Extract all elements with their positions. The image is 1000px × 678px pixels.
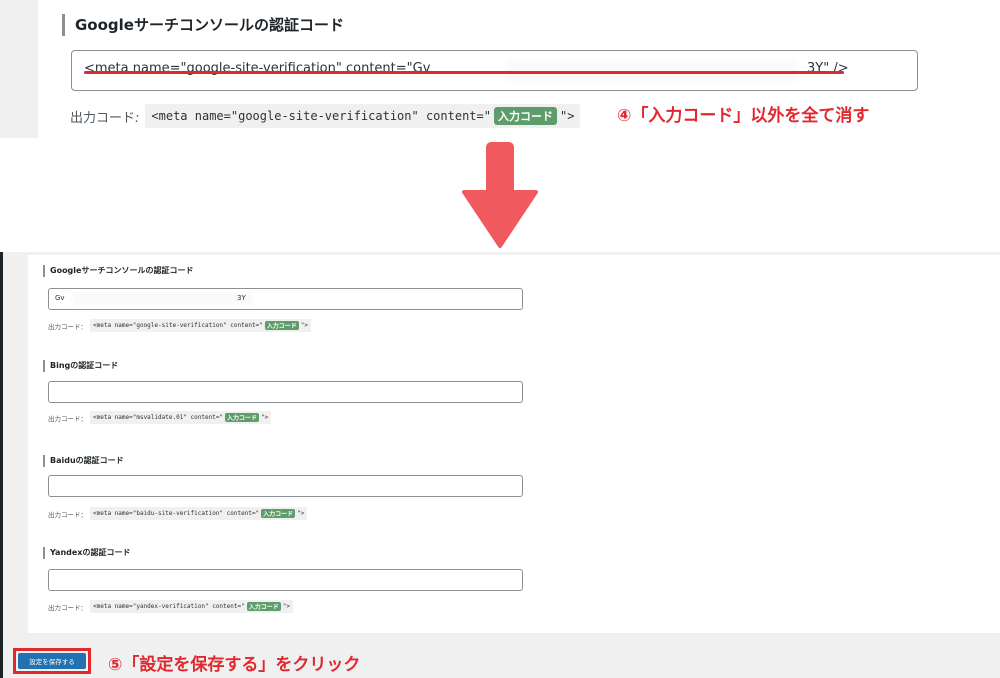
admin-sidebar-edge xyxy=(0,252,3,678)
step5-annotation: ⑤「設定を保存する」をクリック xyxy=(108,655,361,675)
google-verification-heading-zoomed: Googleサーチコンソールの認証コード xyxy=(62,14,344,36)
input-code-badge: 入力コード xyxy=(264,321,299,330)
output-code-snippet: <meta name="yandex-verification" content… xyxy=(90,600,293,613)
down-arrow-icon xyxy=(462,142,538,248)
output-code-snippet: <meta name="google-site-verification" co… xyxy=(90,319,312,332)
input-code-badge: 入力コード xyxy=(225,413,260,422)
redacted-value xyxy=(73,293,253,305)
google-verification-input-zoomed[interactable]: <meta name="google-site-verification" co… xyxy=(71,50,918,91)
output-code-label: 出力コード: xyxy=(70,110,140,126)
baidu-verification-heading: Baiduの認証コード xyxy=(43,455,124,467)
output-code-snippet: <meta name="msvalidate.01" content=" 入力コ… xyxy=(90,411,272,424)
google-verification-heading: Googleサーチコンソールの認証コード xyxy=(43,265,193,277)
output-code-snippet: <meta name="baidu-site-verification" con… xyxy=(90,507,308,520)
yandex-verification-heading: Yandexの認証コード xyxy=(43,547,130,559)
tutorial-screenshot: Googleサーチコンソールの認証コード <meta name="google-… xyxy=(0,0,1000,678)
baidu-output-code-row: 出力コード： <meta name="baidu-site-verificati… xyxy=(48,507,308,520)
save-settings-button[interactable]: 設定を保存する xyxy=(18,653,86,669)
bing-verification-input[interactable] xyxy=(48,381,523,403)
strikethrough-mark xyxy=(84,71,844,74)
output-code-row-zoomed: 出力コード: <meta name="google-site-verificat… xyxy=(70,104,581,128)
step4-annotation: ④「入力コード」以外を全て消す xyxy=(617,106,870,126)
google-verification-input[interactable]: Gv 3Y xyxy=(48,288,523,310)
google-output-code-row: 出力コード： <meta name="google-site-verificat… xyxy=(48,319,312,332)
input-code-badge: 入力コード xyxy=(493,107,557,125)
bing-verification-heading: Bingの認証コード xyxy=(43,360,118,372)
save-button-highlight: 設定を保存する xyxy=(13,648,91,674)
baidu-verification-input[interactable] xyxy=(48,475,523,497)
yandex-output-code-row: 出力コード： <meta name="yandex-verification" … xyxy=(48,600,293,613)
output-code-snippet: <meta name="google-site-verification" co… xyxy=(145,104,581,128)
bing-output-code-row: 出力コード： <meta name="msvalidate.01" conten… xyxy=(48,411,272,424)
yandex-verification-input[interactable] xyxy=(48,569,523,591)
input-code-badge: 入力コード xyxy=(246,602,281,611)
input-code-badge: 入力コード xyxy=(261,509,296,518)
